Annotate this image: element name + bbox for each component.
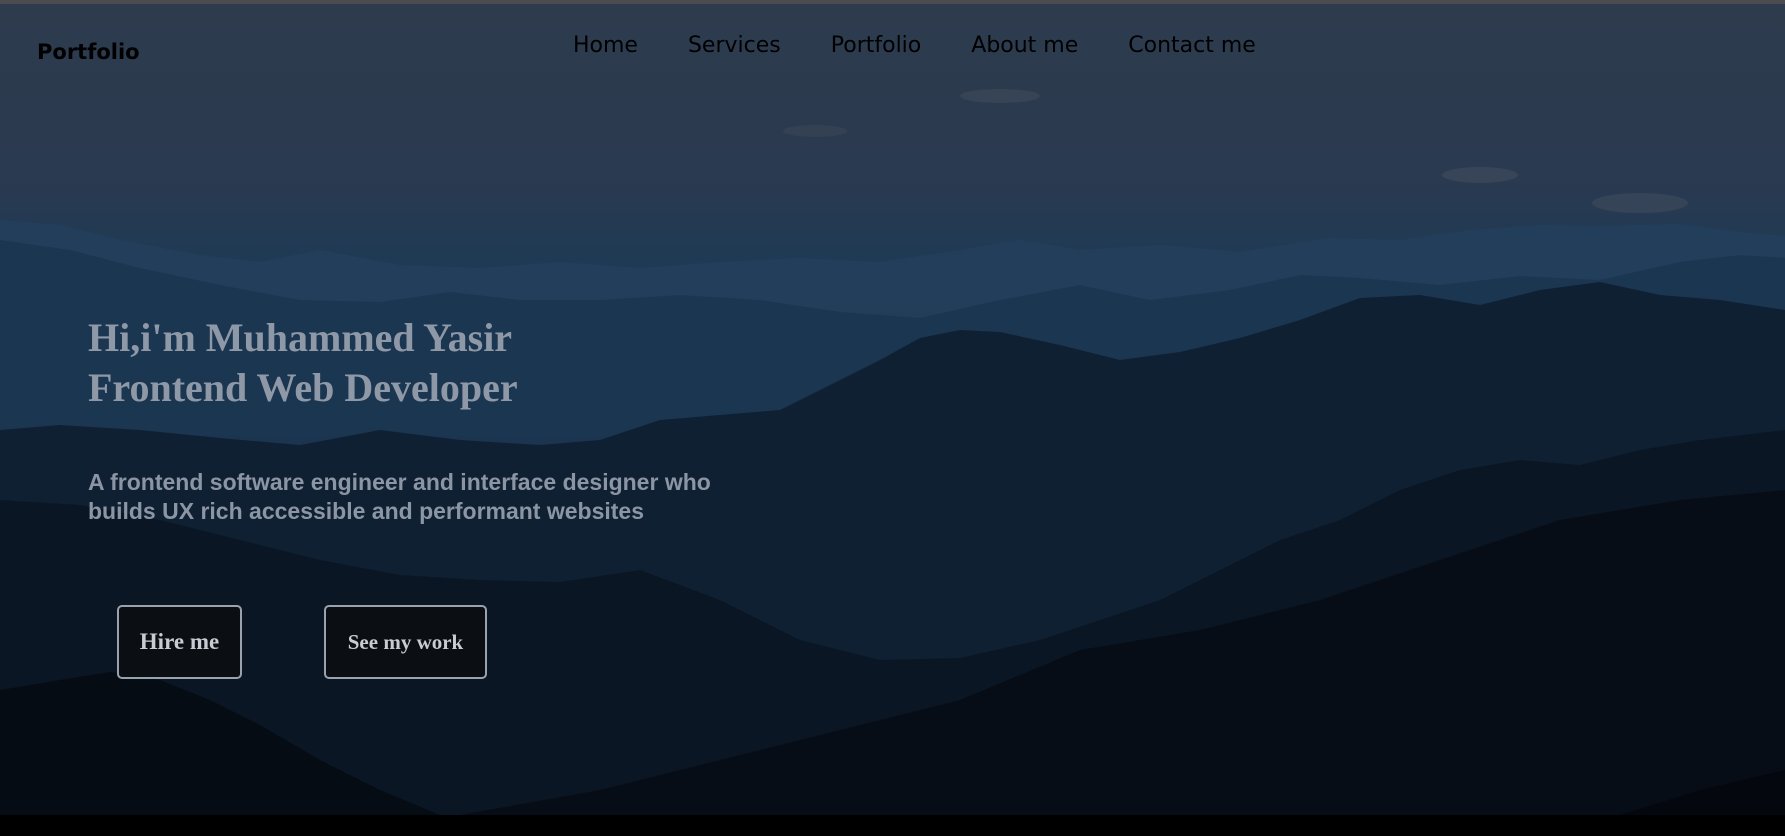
see-my-work-button[interactable]: See my work xyxy=(324,605,487,679)
page-bottom-band xyxy=(0,815,1785,836)
nav-item-home[interactable]: Home xyxy=(573,33,638,58)
nav-item-services[interactable]: Services xyxy=(688,33,781,58)
hire-me-button[interactable]: Hire me xyxy=(117,605,242,679)
hero-headline: Hi,i'm Muhammed Yasir Frontend Web Devel… xyxy=(88,313,518,413)
headline-line-2: Frontend Web Developer xyxy=(88,365,518,410)
nav-item-portfolio[interactable]: Portfolio xyxy=(831,33,922,58)
nav-item-about[interactable]: About me xyxy=(971,33,1078,58)
main-nav: Home Services Portfolio About me Contact… xyxy=(573,33,1256,58)
top-border xyxy=(0,0,1785,4)
headline-line-1: Hi,i'm Muhammed Yasir xyxy=(88,315,513,360)
hero-description: A frontend software engineer and interfa… xyxy=(88,469,711,524)
nav-item-contact[interactable]: Contact me xyxy=(1128,33,1256,58)
brand-logo[interactable]: Portfolio xyxy=(37,40,140,64)
